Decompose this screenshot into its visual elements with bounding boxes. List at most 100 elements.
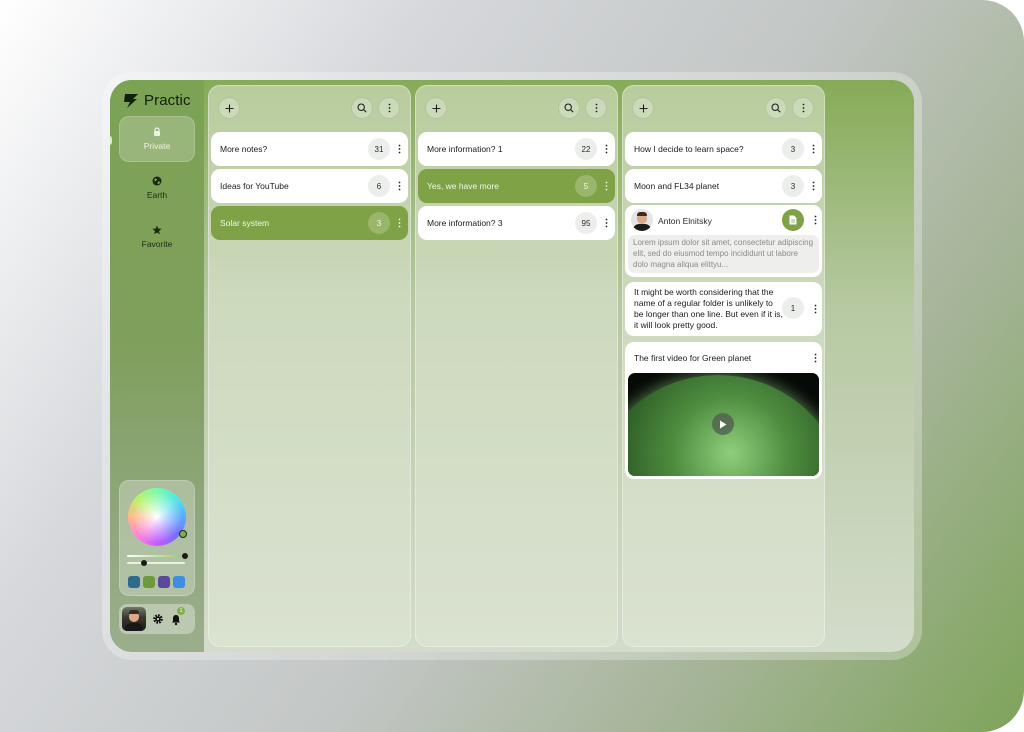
gear-icon[interactable] (152, 613, 164, 625)
more-vertical-icon[interactable] (599, 213, 613, 233)
list-item-selected[interactable]: Yes, we have more 5 (418, 169, 615, 203)
notes-column-2: More information? 1 22 Yes, we have more… (415, 85, 618, 647)
more-vertical-icon[interactable] (806, 139, 820, 159)
color-picker (119, 480, 195, 596)
more-vertical-icon[interactable] (808, 348, 822, 368)
brightness-slider[interactable] (127, 560, 185, 566)
more-vertical-icon[interactable] (808, 299, 822, 319)
list-item[interactable]: More notes? 31 (211, 132, 408, 166)
search-icon (771, 103, 781, 113)
app-name: Practic (144, 92, 191, 109)
star-icon (152, 225, 162, 235)
saturation-slider[interactable] (127, 553, 188, 559)
color-wheel[interactable] (128, 488, 187, 546)
logo-icon (124, 93, 138, 108)
more-button[interactable] (585, 97, 607, 119)
lock-icon (154, 127, 160, 136)
avatar[interactable] (122, 607, 146, 631)
card-title: More information? 1 (427, 144, 503, 154)
card-title: Yes, we have more (427, 181, 499, 191)
count-badge: 5 (575, 175, 597, 197)
more-vertical-icon[interactable] (599, 176, 613, 196)
list-item[interactable]: More information? 3 95 (418, 206, 615, 240)
card-title: More information? 3 (427, 218, 503, 228)
more-vertical-icon[interactable] (808, 210, 822, 230)
swatch-green[interactable] (143, 576, 155, 588)
sidebar-item-earth[interactable]: Earth (119, 165, 195, 211)
count-badge: 22 (575, 138, 597, 160)
slider-handle[interactable] (141, 560, 147, 566)
count-badge: 3 (368, 212, 390, 234)
app-logo[interactable]: Practic (122, 92, 191, 109)
count-badge: 31 (368, 138, 390, 160)
sidebar-item-label: Favorite (141, 239, 173, 249)
add-button[interactable] (218, 97, 240, 119)
count-badge: 3 (782, 175, 804, 197)
list-item[interactable]: How I decide to learn space? 3 (625, 132, 822, 166)
card-title: Solar system (220, 218, 270, 228)
list-item-selected[interactable]: Solar system 3 (211, 206, 408, 240)
play-button[interactable] (712, 413, 734, 435)
sidebar-item-favorite[interactable]: Favorite (119, 214, 195, 260)
user-bar: 1 (119, 604, 195, 634)
search-button[interactable] (558, 97, 580, 119)
active-indicator (110, 136, 112, 145)
add-button[interactable] (425, 97, 447, 119)
notification-badge: 1 (177, 607, 185, 615)
video-thumbnail[interactable] (628, 373, 819, 476)
count-badge: 3 (782, 138, 804, 160)
column-header (622, 97, 825, 119)
more-vertical-icon (388, 103, 390, 113)
search-icon (564, 103, 574, 113)
more-vertical-icon[interactable] (806, 176, 820, 196)
more-vertical-icon (802, 103, 804, 113)
sidebar-item-label: Private (143, 141, 171, 151)
globe-icon (152, 176, 162, 186)
plus-icon (639, 104, 647, 112)
document-icon (789, 215, 797, 225)
notes-column-3: How I decide to learn space? 3 Moon and … (622, 85, 825, 647)
card-title: More notes? (220, 144, 268, 154)
column-header (415, 97, 618, 119)
more-vertical-icon[interactable] (392, 213, 406, 233)
more-button[interactable] (792, 97, 814, 119)
notes-column-1: More notes? 31 Ideas for YouTube 6 Solar… (208, 85, 411, 647)
more-vertical-icon[interactable] (392, 176, 406, 196)
card-title: It might be worth considering that the n… (634, 287, 783, 330)
search-button[interactable] (765, 97, 787, 119)
list-item[interactable]: Ideas for YouTube 6 (211, 169, 408, 203)
note-preview-text: Lorem ipsum dolor sit amet, consectetur … (628, 235, 819, 273)
card-title: How I decide to learn space? (634, 144, 744, 154)
more-vertical-icon[interactable] (599, 139, 613, 159)
add-button[interactable] (632, 97, 654, 119)
color-swatches (128, 576, 185, 588)
card-title: Ideas for YouTube (220, 181, 289, 191)
document-button[interactable] (782, 209, 804, 231)
sidebar-item-private[interactable]: Private (119, 116, 195, 162)
note-card-long[interactable]: It might be worth considering that the n… (625, 282, 822, 336)
count-badge: 1 (782, 297, 804, 319)
search-icon (357, 103, 367, 113)
search-button[interactable] (351, 97, 373, 119)
note-card-person[interactable]: Anton Elnitsky Lorem ipsum dolor sit ame… (625, 205, 822, 277)
list-item[interactable]: More information? 1 22 (418, 132, 615, 166)
more-vertical-icon (595, 103, 597, 113)
play-icon (720, 420, 727, 428)
column-header (208, 97, 411, 119)
notifications-button[interactable]: 1 (170, 607, 185, 626)
slider-handle[interactable] (182, 553, 188, 559)
list-item[interactable]: Moon and FL34 planet 3 (625, 169, 822, 203)
more-vertical-icon[interactable] (392, 139, 406, 159)
note-card-video[interactable]: The first video for Green planet (625, 342, 822, 479)
swatch-purple[interactable] (158, 576, 170, 588)
sidebar-item-label: Earth (146, 190, 168, 200)
swatch-blue[interactable] (128, 576, 140, 588)
more-button[interactable] (378, 97, 400, 119)
color-wheel-handle[interactable] (179, 530, 187, 538)
avatar (631, 209, 653, 231)
app-window: Practic Private Earth Favorite 1 More no… (110, 80, 914, 652)
plus-icon (432, 104, 440, 112)
swatch-light-blue[interactable] (173, 576, 185, 588)
count-badge: 95 (575, 212, 597, 234)
author-name: Anton Elnitsky (658, 216, 712, 226)
